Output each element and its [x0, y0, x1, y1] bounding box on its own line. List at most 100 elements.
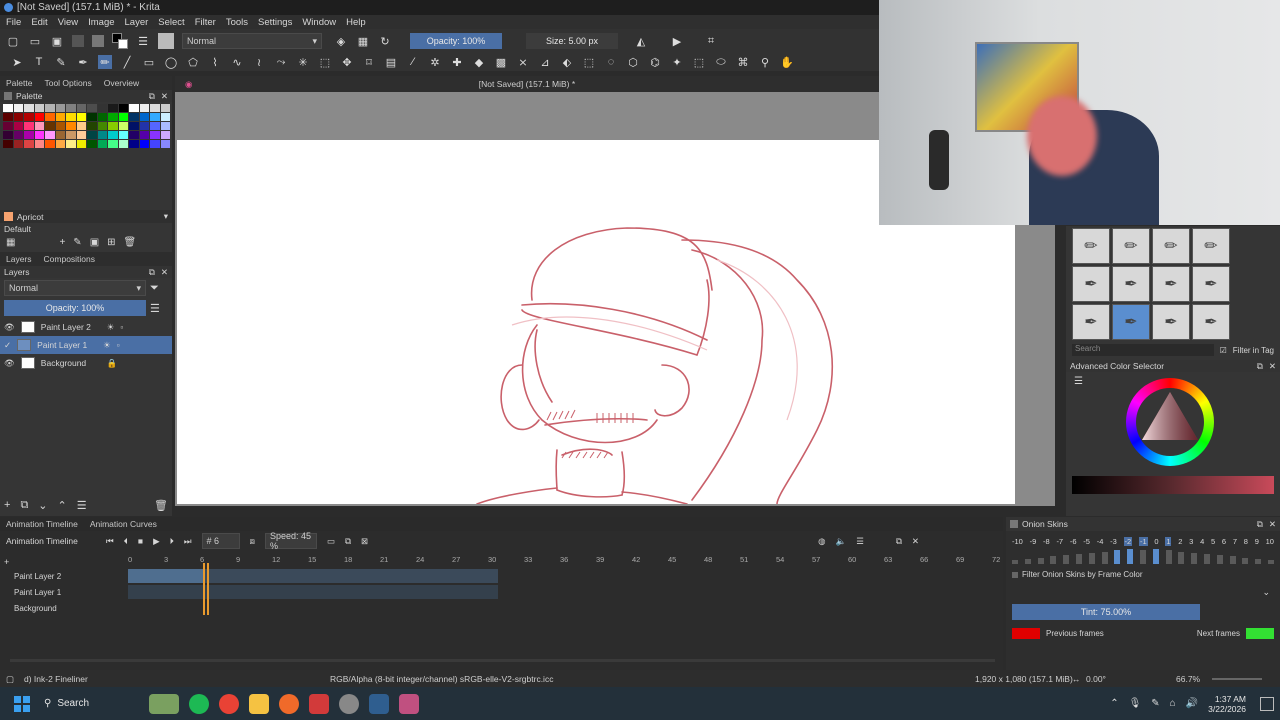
layer-opacity-slider[interactable]: Opacity: 100% [4, 300, 146, 316]
dynamic-brush-icon[interactable]: ⤳ [274, 55, 288, 69]
onion-opacity-bar[interactable] [1229, 556, 1236, 564]
float-docker-icon[interactable]: ⧉ [149, 267, 155, 278]
reference-tool-icon[interactable]: ⬖ [560, 55, 574, 69]
onion-frame-number[interactable]: 6 [1222, 537, 1226, 546]
mirror-horizontal-icon[interactable]: ◭ [634, 34, 648, 48]
close-docker-icon[interactable]: ✕ [1269, 519, 1276, 530]
palette-grid-icon[interactable]: ▦ [6, 237, 15, 248]
hue-ring[interactable] [1126, 378, 1214, 466]
close-docker-icon[interactable]: ✕ [912, 536, 919, 547]
rectangle-tool-icon[interactable]: ▭ [142, 55, 156, 69]
ellipse-select-icon[interactable]: ◌ [604, 55, 618, 69]
onion-frame-number[interactable]: -8 [1043, 537, 1050, 546]
filter-checkbox[interactable]: ☑ [1220, 346, 1227, 355]
onion-frame-number[interactable]: 9 [1255, 537, 1259, 546]
add-layer-icon[interactable]: + [4, 499, 10, 512]
layer-properties-icon[interactable]: ☀ [103, 340, 111, 351]
onion-opacity-bar[interactable] [1037, 557, 1044, 564]
widgets-icon[interactable] [149, 693, 179, 714]
lock-icon[interactable]: ▫ [120, 322, 123, 332]
brush-preset[interactable]: ✒ [1192, 266, 1230, 302]
onion-opacity-bar[interactable] [1139, 550, 1146, 564]
brush-preset[interactable]: ✒ [1112, 266, 1150, 302]
bezier-tool-icon[interactable]: ∿ [230, 55, 244, 69]
layer-name[interactable]: Paint Layer 1 [37, 340, 97, 350]
stop-icon[interactable]: ■ [138, 536, 143, 546]
onion-frame-number[interactable]: 2 [1178, 537, 1182, 546]
close-docker-icon[interactable]: ✕ [161, 91, 168, 102]
remove-frame-icon[interactable]: ⊠ [361, 536, 368, 547]
tab-overview[interactable]: Overview [98, 76, 145, 90]
document-tab[interactable]: ◉ [Not Saved] (157.1 MiB) * [175, 76, 879, 92]
chevron-down-icon[interactable]: ⌄ [1006, 583, 1280, 602]
calligraphy-icon[interactable]: ✒ [76, 55, 90, 69]
layer-filter-icon[interactable]: ⏷ [150, 282, 159, 295]
onion-opacity-bar[interactable] [1012, 560, 1018, 564]
onion-opacity-bar[interactable] [1165, 550, 1172, 564]
color-history-strip[interactable] [1072, 476, 1274, 494]
duplicate-frame-icon[interactable]: ⧉ [345, 536, 351, 547]
onion-frame-number[interactable]: -9 [1030, 537, 1037, 546]
move-down-icon[interactable]: ⌄ [38, 499, 47, 512]
lock-icon[interactable]: ▫ [117, 340, 120, 350]
previous-frames-color[interactable] [1012, 628, 1040, 639]
menu-settings[interactable]: Settings [258, 17, 292, 28]
onion-frame-number[interactable]: -3 [1110, 537, 1117, 546]
chrome-icon[interactable] [219, 693, 239, 714]
add-frame-icon[interactable]: ▭ [327, 536, 335, 547]
palette-drag-icon[interactable] [4, 92, 12, 100]
timeline-layer-row[interactable]: Paint Layer 1 [0, 585, 127, 600]
chevron-up-icon[interactable]: ⌃ [1110, 698, 1118, 709]
onion-frame-number[interactable]: 5 [1211, 537, 1215, 546]
tint-slider[interactable]: Tint: 75.00% [1012, 604, 1200, 620]
brush-preset[interactable]: ✒ [1152, 304, 1190, 340]
layer-name[interactable]: Background [41, 358, 101, 368]
frame-ruler[interactable]: 0 3 6 9 12 15 18 21 24 27 30 33 36 39 42 45 48 51 54 57 60 63… [128, 555, 1000, 567]
onion-frame-number[interactable]: -7 [1056, 537, 1063, 546]
onion-opacity-bar[interactable] [1114, 550, 1121, 564]
zoom-tool-icon[interactable]: ⚲ [758, 55, 772, 69]
mirror-vertical-icon[interactable]: ▶ [670, 34, 684, 48]
layer-blend-dropdown[interactable]: Normal ▾ [4, 280, 146, 296]
onion-opacity-bar[interactable] [1178, 551, 1185, 564]
enclose-fill-icon[interactable]: ▩ [494, 55, 508, 69]
pan-tool-icon[interactable]: ✋ [780, 55, 794, 69]
duplicate-layer-icon[interactable]: ⧉ [20, 499, 28, 512]
onion-frame-number[interactable]: -4 [1097, 537, 1104, 546]
drop-frames-icon[interactable]: ⧈ [250, 536, 255, 547]
brush-settings-icon[interactable]: ☰ [136, 34, 150, 48]
tab-tool-options[interactable]: Tool Options [38, 76, 97, 90]
layer-menu-icon[interactable]: ☰ [150, 302, 160, 315]
onion-opacity-bar[interactable] [1255, 558, 1262, 564]
freehand-brush-icon[interactable]: ✏ [98, 55, 112, 69]
next-frames-color[interactable] [1246, 628, 1274, 639]
menu-file[interactable]: File [6, 17, 21, 28]
play-icon[interactable]: ▶ [153, 536, 160, 547]
onion-opacity-bar[interactable] [1075, 554, 1082, 564]
onion-opacity-bar[interactable] [1267, 560, 1274, 564]
last-frame-icon[interactable]: ⏭ [184, 536, 192, 547]
delete-layer-icon[interactable]: 🗑 [154, 499, 168, 512]
onion-frame-number[interactable]: -6 [1070, 537, 1077, 546]
onion-frame-number[interactable]: 10 [1266, 537, 1274, 546]
brush-preset[interactable]: ✒ [1072, 304, 1110, 340]
menu-edit[interactable]: Edit [31, 17, 47, 28]
move-up-icon[interactable]: ⌃ [58, 499, 67, 512]
float-docker-icon[interactable]: ⧉ [896, 536, 902, 547]
onion-opacity-bar[interactable] [1101, 551, 1108, 564]
steam-icon[interactable] [369, 693, 389, 714]
crop-tool-icon[interactable]: ⌑ [362, 55, 376, 69]
layer-properties-icon[interactable]: ☀ [107, 322, 115, 333]
freehand-path-icon[interactable]: ≀ [252, 55, 266, 69]
windows-start-icon[interactable] [14, 695, 30, 712]
brush-search-input[interactable]: Search [1072, 344, 1214, 356]
keyframe-span[interactable] [128, 569, 203, 583]
notifications-icon[interactable] [1260, 696, 1274, 711]
tab-compositions[interactable]: Compositions [38, 252, 102, 266]
smart-patch-icon[interactable]: ✚ [450, 55, 464, 69]
measure-tool-icon[interactable]: ⊿ [538, 55, 552, 69]
file-explorer-icon[interactable] [249, 693, 269, 714]
menu-image[interactable]: Image [88, 17, 114, 28]
text-tool-icon[interactable]: T [32, 55, 46, 69]
spotify-icon[interactable] [189, 693, 209, 714]
